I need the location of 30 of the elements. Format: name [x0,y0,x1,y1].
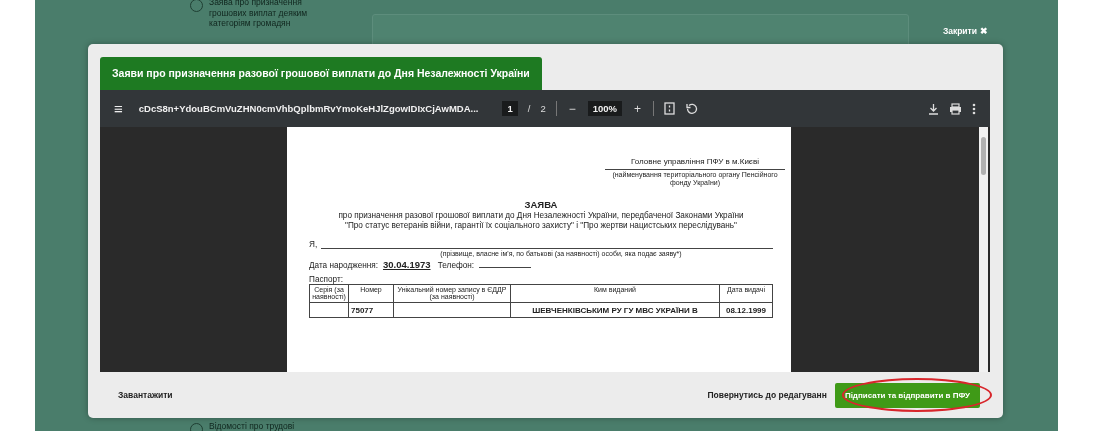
back-to-edit-link[interactable]: Повернутись до редагуванн [707,390,827,400]
file-name: cDcS8n+YdouBCmVuZHN0cmVhbQplbmRvYmoKeHJlZgowIDIxCjAwMDA... [138,103,479,114]
rotate-icon[interactable] [685,102,698,115]
dialog-tab[interactable]: Заяви про призначення разової грошової виплати до Дня Незалежності України [100,57,542,90]
download-link[interactable]: Завантажити [118,390,173,400]
phone-label: Телефон: [436,260,475,270]
document-subtitle: про призначення разової грошової виплати до Дня Незалежності України, передбаченої Законами України "Про статус ветеранів війни, гарантії їх соціального захисту" і "Про жертви нацистських переслідувань" [337,211,745,232]
close-button[interactable]: Закрити ✖ [942,26,988,36]
applicant-label: Я, [309,239,318,249]
table-cell: ШЕВЧЕНКІВСЬКИМ РУ ГУ МВС УКРАЇНИ В [510,302,720,318]
passport-label: Паспорт: [309,274,344,284]
zoom-field[interactable]: 100% [587,101,622,116]
more-options-icon[interactable] [972,102,976,115]
table-cell: 75077 [348,302,394,318]
birth-date-label: Дата народження: [309,260,378,270]
zoom-out-button[interactable]: − [566,101,578,116]
zoom-in-button[interactable]: + [632,101,643,116]
table-cell: 08.12.1999 [719,302,773,318]
menu-icon[interactable]: ≡ [114,101,123,116]
page-total: 2 [540,103,546,114]
print-icon[interactable] [949,102,962,115]
scrollbar[interactable] [979,127,988,372]
page-separator: / [527,103,531,114]
authority-name: Головне управління ПФУ в м.Києві [605,157,785,170]
download-icon[interactable] [928,102,939,115]
page-number-field[interactable]: 1 [502,101,518,116]
document-title: ЗАЯВА [523,199,559,211]
sign-and-send-button[interactable]: Підписати та відправити в ПФУ [834,382,980,408]
birth-date-value: 30.04.1973 [382,258,431,270]
fit-page-icon[interactable] [664,102,675,115]
